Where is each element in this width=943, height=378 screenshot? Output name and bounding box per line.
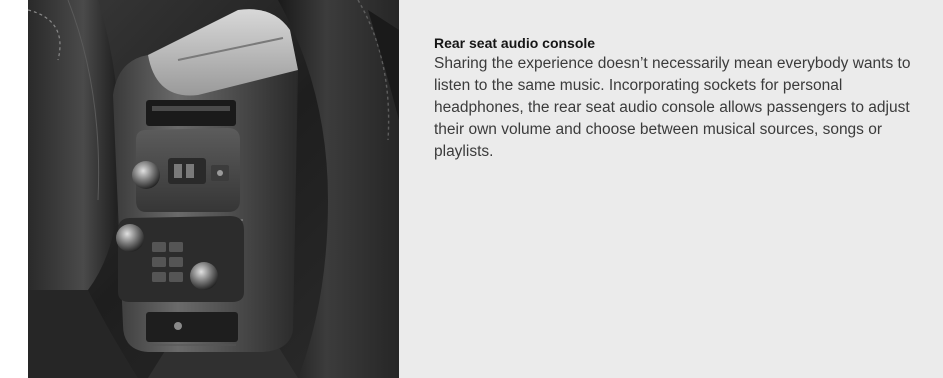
rear-seat-audio-console-photo xyxy=(28,0,399,378)
feature-description: Rear seat audio console Sharing the expe… xyxy=(434,33,924,163)
feature-body: Sharing the experience doesn’t necessari… xyxy=(434,55,911,160)
feature-heading: Rear seat audio console xyxy=(434,35,596,51)
feature-card: Rear seat audio console Sharing the expe… xyxy=(28,0,943,378)
